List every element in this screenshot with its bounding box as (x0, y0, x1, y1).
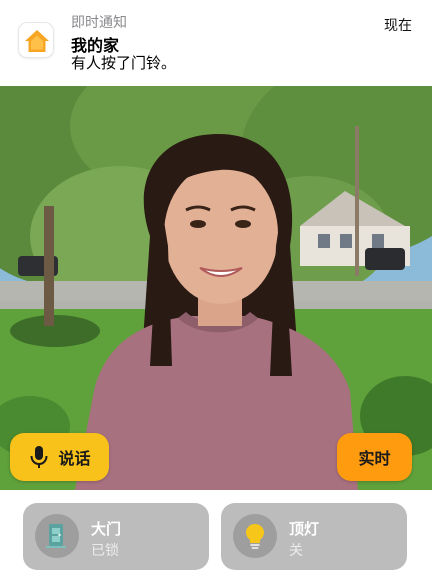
notification-category: 即时通知 (71, 15, 127, 31)
live-button[interactable]: 实时 (337, 433, 412, 481)
accessory-name: 顶灯 (289, 520, 320, 538)
notification-header[interactable]: 即时通知 现在 我的家 有人按了门铃。 (0, 0, 432, 86)
doorbell-notification-card: 即时通知 现在 我的家 有人按了门铃。 说话 实时 大门 已锁 顶灯 关 (0, 0, 432, 583)
accessory-status: 关 (289, 543, 303, 559)
notification-time: 现在 (384, 18, 412, 34)
live-button-label: 实时 (358, 449, 391, 468)
microphone-icon (30, 446, 48, 468)
accessory-tiles: 大门 已锁 顶灯 关 (0, 490, 432, 583)
door-lock-icon (35, 514, 79, 558)
doorbell-camera-feed[interactable]: 说话 实时 (0, 86, 432, 490)
home-app-icon (18, 22, 54, 58)
accessory-tile-ceiling-light[interactable]: 顶灯 关 (221, 503, 407, 570)
accessory-tile-front-door[interactable]: 大门 已锁 (23, 503, 209, 570)
accessory-name: 大门 (91, 520, 122, 538)
accessory-status: 已锁 (91, 543, 119, 559)
lightbulb-icon (233, 514, 277, 558)
talk-button-label: 说话 (58, 449, 91, 468)
notification-body: 有人按了门铃。 (71, 54, 177, 72)
camera-snapshot-image (0, 86, 432, 490)
talk-button[interactable]: 说话 (10, 433, 109, 481)
